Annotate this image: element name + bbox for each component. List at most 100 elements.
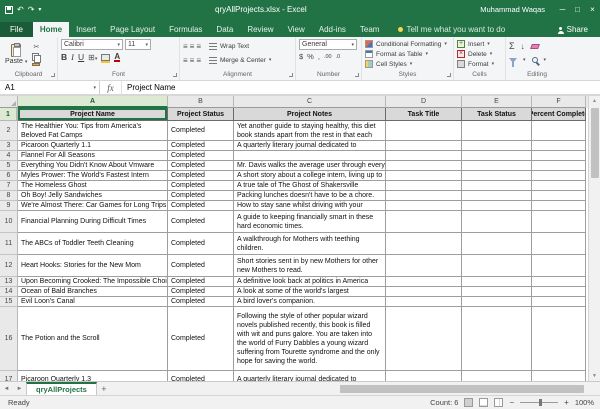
cell-percent-complete[interactable]	[532, 277, 586, 287]
fx-icon[interactable]: fx	[100, 81, 122, 94]
cell-percent-complete[interactable]	[532, 233, 586, 255]
cell-task-title[interactable]	[386, 371, 462, 381]
zoom-in-icon[interactable]: +	[564, 398, 569, 407]
sheet-nav-right-icon[interactable]: ►	[13, 382, 26, 395]
scroll-down-icon[interactable]: ▼	[592, 371, 597, 381]
zoom-slider-thumb[interactable]	[539, 399, 542, 406]
cell-project-notes[interactable]: Mr. Davis walks the average user through…	[234, 161, 386, 171]
undo-icon[interactable]: ↶	[17, 5, 24, 14]
cell-project-status[interactable]: Completed	[168, 121, 234, 141]
cell-task-status[interactable]	[462, 141, 532, 151]
cell-project-name[interactable]: The Potion and the Scroll	[18, 307, 168, 371]
decrease-decimal-icon[interactable]: .0	[336, 54, 341, 60]
zoom-level[interactable]: 100%	[575, 398, 594, 407]
cell-task-title[interactable]	[386, 255, 462, 277]
cell-task-title[interactable]	[386, 141, 462, 151]
tab-file[interactable]: File	[0, 22, 33, 37]
cell-project-status[interactable]: Completed	[168, 141, 234, 151]
redo-icon[interactable]: ↷	[28, 5, 35, 14]
delete-cells-button[interactable]: × Delete▾	[457, 49, 502, 59]
column-header-D[interactable]: D	[386, 96, 462, 108]
column-header-A[interactable]: A	[18, 96, 168, 108]
row-number[interactable]: 4	[0, 151, 18, 161]
column-header-C[interactable]: C	[234, 96, 386, 108]
percent-format-icon[interactable]: %	[307, 52, 314, 61]
normal-view-icon[interactable]	[464, 398, 473, 407]
horizontal-scrollbar-thumb[interactable]	[340, 385, 584, 393]
cell-task-title[interactable]	[386, 297, 462, 307]
cell-project-status[interactable]: Completed	[168, 191, 234, 201]
font-dialog-launcher[interactable]	[173, 73, 177, 77]
cell-project-status[interactable]: Completed	[168, 233, 234, 255]
font-size-select[interactable]: 11▾	[125, 39, 151, 50]
page-break-view-icon[interactable]	[494, 398, 503, 407]
cell-B1-project-status[interactable]: Project Status	[168, 108, 234, 121]
cell-project-name[interactable]: Oh Boy! Jelly Sandwiches	[18, 191, 168, 201]
row-number[interactable]: 9	[0, 201, 18, 211]
cell-project-notes[interactable]: Packing lunches doesn't have to be a cho…	[234, 191, 386, 201]
cell-task-status[interactable]	[462, 171, 532, 181]
increase-decimal-icon[interactable]: .00	[324, 54, 332, 60]
new-sheet-button[interactable]: +	[97, 382, 111, 395]
cell-E1-task-status[interactable]: Task Status	[462, 108, 532, 121]
sheet-tab-qryallprojects[interactable]: qryAllProjects	[26, 382, 97, 395]
wrap-text-icon[interactable]	[209, 43, 217, 50]
align-center-icon[interactable]: ≡	[190, 56, 194, 65]
cell-task-title[interactable]	[386, 287, 462, 297]
autosum-icon[interactable]: Σ	[509, 41, 515, 51]
bold-button[interactable]: B	[61, 52, 67, 62]
row-number[interactable]: 13	[0, 277, 18, 287]
minimize-button[interactable]: ─	[555, 5, 570, 14]
currency-format-icon[interactable]: $	[299, 52, 303, 61]
merge-center-icon[interactable]	[209, 57, 217, 64]
font-name-select[interactable]: Calibri▾	[61, 39, 123, 50]
cell-task-status[interactable]	[462, 151, 532, 161]
copy-icon[interactable]	[32, 53, 39, 61]
cell-percent-complete[interactable]	[532, 307, 586, 371]
italic-button[interactable]: I	[71, 52, 74, 62]
cell-percent-complete[interactable]	[532, 191, 586, 201]
row-number[interactable]: 10	[0, 211, 18, 233]
maximize-button[interactable]: □	[570, 5, 585, 14]
cell-project-name[interactable]: Picaroon Quarterly 1.3	[18, 371, 168, 381]
select-all-corner[interactable]	[0, 96, 18, 108]
tell-me-box[interactable]: Tell me what you want to do	[394, 22, 509, 37]
cell-project-notes[interactable]	[234, 151, 386, 161]
tab-home[interactable]: Home	[33, 22, 69, 37]
cell-project-name[interactable]: The Healthier You: Tips from America's B…	[18, 121, 168, 141]
cell-task-status[interactable]	[462, 307, 532, 371]
row-number[interactable]: 16	[0, 307, 18, 371]
cell-project-name[interactable]: Upon Becoming Crooked: The Impossible Ch…	[18, 277, 168, 287]
cell-project-status[interactable]: Completed	[168, 277, 234, 287]
row-number[interactable]: 7	[0, 181, 18, 191]
user-name[interactable]: Muhammad Waqas	[480, 5, 545, 14]
cell-project-status[interactable]: Completed	[168, 211, 234, 233]
cell-project-notes[interactable]: A quarterly literary journal dedicated t…	[234, 371, 386, 381]
row-number[interactable]: 2	[0, 121, 18, 141]
cell-task-title[interactable]	[386, 161, 462, 171]
cell-project-status[interactable]: Completed	[168, 287, 234, 297]
cell-task-status[interactable]	[462, 287, 532, 297]
row-header-1[interactable]: 1	[0, 108, 18, 121]
cell-project-status[interactable]: Completed	[168, 297, 234, 307]
format-painter-icon[interactable]	[32, 63, 40, 66]
cell-task-status[interactable]	[462, 277, 532, 287]
conditional-formatting-button[interactable]: Conditional Formatting▾	[365, 39, 450, 49]
cell-project-notes[interactable]: A walkthrough for Mothers with teething …	[234, 233, 386, 255]
tab-review[interactable]: Review	[240, 22, 280, 37]
cell-project-status[interactable]: Completed	[168, 201, 234, 211]
cell-task-status[interactable]	[462, 121, 532, 141]
align-bottom-icon[interactable]: ≡	[196, 42, 200, 51]
cell-project-notes[interactable]: How to stay sane whilst driving with you…	[234, 201, 386, 211]
format-cells-button[interactable]: Format▾	[457, 59, 502, 69]
cell-task-status[interactable]	[462, 297, 532, 307]
tab-add-ins[interactable]: Add-ins	[312, 22, 353, 37]
cell-task-title[interactable]	[386, 181, 462, 191]
cell-project-status[interactable]: Completed	[168, 151, 234, 161]
zoom-out-icon[interactable]: −	[509, 398, 514, 407]
sheet-nav-left-icon[interactable]: ◄	[0, 382, 13, 395]
alignment-dialog-launcher[interactable]	[289, 73, 293, 77]
cell-task-status[interactable]	[462, 233, 532, 255]
cell-task-title[interactable]	[386, 233, 462, 255]
paste-button[interactable]: Paste ▾	[3, 39, 29, 70]
